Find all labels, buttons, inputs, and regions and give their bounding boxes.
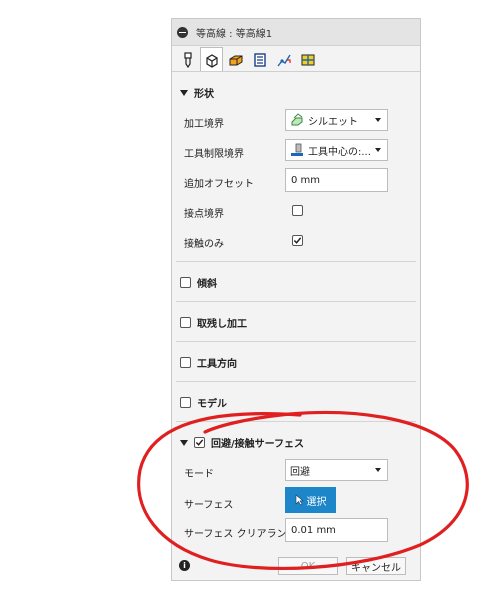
expand-triangle-icon (180, 439, 188, 446)
contact-only-label: 接触のみ (184, 239, 224, 250)
divider (176, 341, 416, 342)
tab-geometry[interactable] (200, 47, 223, 71)
ok-button[interactable]: OK (278, 557, 338, 575)
divider (176, 421, 416, 422)
divider (176, 301, 416, 302)
rest-machining-section[interactable]: 取残し加工 (180, 315, 247, 330)
additional-offset-label: 追加オフセット (184, 179, 254, 190)
machining-boundary-label: 加工境界 (184, 119, 224, 130)
tool-orientation-section[interactable]: 工具方向 (180, 355, 237, 370)
tab-linking[interactable] (272, 49, 295, 71)
linking-icon (276, 54, 291, 67)
tool-center-icon (291, 143, 303, 156)
collapse-icon[interactable] (177, 26, 188, 38)
divider (176, 261, 416, 262)
tool-containment-select[interactable]: 工具中心の:... (285, 139, 388, 161)
tab-passes[interactable] (248, 49, 271, 71)
chevron-down-icon (375, 468, 381, 472)
tool-containment-label: 工具制限境界 (184, 149, 244, 160)
tab-tool[interactable] (176, 49, 199, 71)
info-icon[interactable]: i (179, 560, 190, 571)
slope-section[interactable]: 傾斜 (180, 275, 217, 290)
expand-triangle-icon (180, 89, 188, 96)
machining-boundary-select[interactable]: シルエット (285, 109, 388, 131)
heights-icon (229, 55, 242, 66)
shape-section-header[interactable]: 形状 (180, 85, 214, 100)
contact-only-checkbox[interactable] (292, 235, 303, 246)
slope-checkbox[interactable] (180, 277, 191, 288)
rest-machining-checkbox[interactable] (180, 317, 191, 328)
mode-select[interactable]: 回避 (285, 459, 388, 481)
passes-icon (253, 53, 266, 67)
model-checkbox[interactable] (180, 397, 191, 408)
avoid-surfaces-checkbox[interactable] (194, 437, 205, 448)
tab-heights[interactable] (224, 49, 247, 71)
surface-label: サーフェス (184, 500, 234, 511)
divider (176, 381, 416, 382)
contour-dialog: 等高線 : 等高線1 形状 加工境界 シルエット 工具制限境界 工具中心の:..… (171, 18, 421, 581)
checkmark-icon (293, 237, 302, 244)
chevron-down-icon (375, 148, 381, 152)
tool-orientation-checkbox[interactable] (180, 357, 191, 368)
checkmark-icon (195, 439, 204, 446)
dialog-title: 等高線 : 等高線1 (196, 28, 273, 40)
tab-bar (172, 46, 420, 72)
cursor-icon (295, 494, 304, 506)
tool-icon (183, 52, 192, 68)
silhouette-icon (291, 113, 303, 126)
mode-label: モード (184, 469, 214, 480)
contact-boundary-label: 接点境界 (184, 209, 224, 220)
surface-select-button[interactable]: 選択 (285, 487, 336, 513)
avoid-surfaces-section-header[interactable]: 回避/接触サーフェス (180, 435, 304, 450)
tab-post[interactable] (296, 49, 319, 71)
geometry-icon (205, 53, 218, 68)
chevron-down-icon (375, 118, 381, 122)
additional-offset-input[interactable]: 0 mm (285, 168, 388, 192)
model-section[interactable]: モデル (180, 395, 227, 410)
cancel-button[interactable]: キャンセル (346, 557, 406, 575)
surface-clearance-input[interactable]: 0.01 mm (285, 518, 388, 542)
surface-clearance-label: サーフェス クリアランス (184, 529, 297, 540)
contact-boundary-checkbox[interactable] (292, 205, 303, 216)
post-icon (301, 54, 314, 66)
dialog-titlebar: 等高線 : 等高線1 (172, 19, 420, 46)
